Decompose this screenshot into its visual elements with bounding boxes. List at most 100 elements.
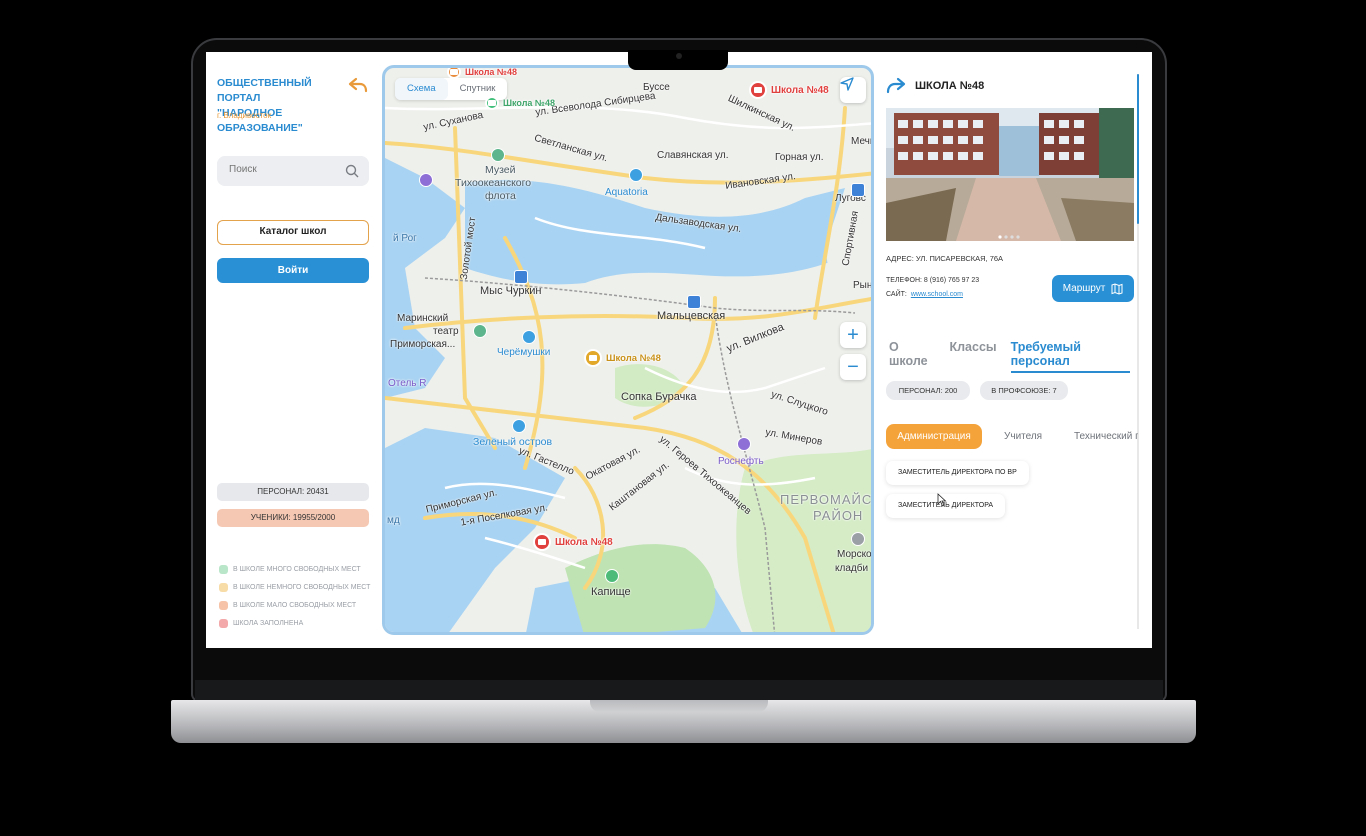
map-label: Сопка Бурачка	[621, 391, 697, 403]
map-label: Приморская...	[390, 339, 456, 350]
map-label: Тихоокеанского	[455, 177, 532, 189]
map-label: флота	[485, 190, 516, 202]
theatre-icon[interactable]	[473, 324, 487, 338]
map-label: Маринский	[397, 313, 449, 324]
school-pin-label: Школа №48	[771, 84, 829, 96]
map-label: театр	[433, 326, 459, 337]
zoom-in-button[interactable]: +	[840, 322, 866, 348]
share-arrow-icon[interactable]	[886, 76, 906, 94]
school-catalog-button[interactable]: Каталог школ	[217, 220, 369, 245]
aquatoria-icon[interactable]	[629, 168, 643, 182]
legend-label: ШКОЛА ЗАПОЛНЕНА	[233, 619, 304, 627]
legend-orange-swatch	[219, 600, 228, 610]
school-pin[interactable]: Школа №48	[485, 96, 555, 110]
legend-label: В ШКОЛЕ НЕМНОГО СВОБОДНЫХ МЕСТ	[233, 583, 371, 591]
school-pin-label: Школа №48	[555, 536, 613, 548]
union-count-chip: В ПРОФСОЮЗЕ: 7	[980, 381, 1068, 400]
position-card[interactable]: ЗАМЕСТИТЕЛЬ ДИРЕКТОРА ПО ВР	[886, 461, 1029, 485]
tab-scheme[interactable]: Схема	[395, 78, 448, 100]
city-label: г. Владивосток	[217, 111, 272, 120]
school-pin-icon	[749, 81, 767, 99]
portal-title[interactable]: ОБЩЕСТВЕННЫЙ ПОРТАЛ "НАРОДНОЕ ОБРАЗОВАНИ…	[217, 76, 357, 136]
map-label: Рын	[853, 280, 873, 291]
tab-required-staff[interactable]: Требуемый персонал	[1010, 340, 1130, 373]
login-button[interactable]: Войти	[217, 258, 369, 283]
school-pin[interactable]: Школа №48	[447, 67, 517, 79]
map-view[interactable]: Схема Спутник + − ул. Суханова Музей Тих…	[382, 65, 874, 635]
mouse-cursor-icon	[937, 493, 947, 507]
tab-about[interactable]: О школе	[889, 340, 935, 373]
legend-item: ШКОЛА ЗАПОЛНЕНА	[219, 614, 370, 632]
map-icon	[1111, 282, 1123, 295]
district-icon[interactable]	[522, 330, 536, 344]
map-label: Aquatoria	[605, 187, 648, 198]
tab-classes[interactable]: Классы	[949, 340, 996, 373]
map-label: кладби	[835, 563, 869, 574]
map-legend: В ШКОЛЕ МНОГО СВОБОДНЫХ МЕСТ В ШКОЛЕ НЕМ…	[219, 560, 370, 632]
legend-item: В ШКОЛЕ МНОГО СВОБОДНЫХ МЕСТ	[219, 560, 370, 578]
laptop-chin	[195, 680, 1163, 702]
screen: ОБЩЕСТВЕННЫЙ ПОРТАЛ "НАРОДНОЕ ОБРАЗОВАНИ…	[206, 52, 1152, 648]
portal-title-line1: ОБЩЕСТВЕННЫЙ ПОРТАЛ	[217, 77, 312, 104]
legend-item: В ШКОЛЕ НЕМНОГО СВОБОДНЫХ МЕСТ	[219, 578, 370, 596]
site-link[interactable]: www.school.com	[911, 291, 963, 298]
bus-stop-icon[interactable]	[851, 183, 865, 197]
pupils-stat-badge: УЧЕНИКИ: 19955/2000	[217, 509, 369, 527]
school-pin-icon	[485, 96, 499, 110]
laptop-base-notch	[590, 700, 768, 712]
back-arrow-icon[interactable]	[348, 76, 368, 94]
locate-button[interactable]	[840, 77, 866, 103]
map-label: Мыс Чуркин	[480, 285, 542, 297]
school-pin[interactable]: Школа №48	[749, 81, 829, 99]
school-site: САЙТ: www.school.com	[886, 291, 963, 298]
map-label: мд	[387, 515, 400, 526]
gas-station-icon[interactable]	[737, 437, 751, 451]
map-label: Капище	[591, 586, 631, 598]
map-label: Отель R	[388, 378, 427, 389]
route-button[interactable]: Маршрут	[1052, 275, 1134, 302]
school-photo[interactable]	[886, 108, 1134, 241]
search-box	[217, 156, 369, 186]
zoom-out-button[interactable]: −	[840, 354, 866, 380]
hotel-icon[interactable]	[419, 173, 433, 187]
category-administration[interactable]: Администрация	[886, 424, 982, 449]
school-address: АДРЕС: УЛ. ПИСАРЕВСКАЯ, 76А	[886, 254, 1004, 263]
bus-stop-icon[interactable]	[514, 270, 528, 284]
category-teachers[interactable]: Учителя	[1004, 424, 1042, 449]
map-label: Морское	[837, 549, 874, 560]
map-label: Черёмушки	[497, 347, 551, 358]
legend-label: В ШКОЛЕ МАЛО СВОБОДНЫХ МЕСТ	[233, 601, 357, 609]
island-icon[interactable]	[512, 419, 526, 433]
map-label: Зеленый остров	[473, 436, 553, 448]
map-label: Роснефть	[718, 456, 764, 467]
school-pin[interactable]: Школа №48	[533, 533, 613, 551]
school-title: ШКОЛА №48	[915, 80, 985, 92]
school-pin-label: Школа №48	[606, 352, 661, 364]
bus-stop-icon[interactable]	[687, 295, 701, 309]
museum-icon[interactable]	[491, 148, 505, 162]
school-phone: ТЕЛЕФОН: 8 (916) 765 97 23	[886, 277, 980, 284]
search-icon[interactable]	[345, 164, 359, 178]
school-pin-icon	[447, 68, 461, 79]
cemetery-icon[interactable]	[851, 532, 865, 546]
school-tabs: О школе Классы Требуемый персонал	[889, 340, 1144, 373]
legend-yellow-swatch	[219, 582, 228, 592]
search-input[interactable]	[227, 163, 341, 176]
category-technical[interactable]: Технический п	[1074, 424, 1138, 449]
route-button-label: Маршрут	[1062, 283, 1106, 294]
park-icon[interactable]	[605, 569, 619, 583]
map-label: Горная ул.	[775, 152, 824, 163]
legend-red-swatch	[219, 618, 228, 628]
legend-item: В ШКОЛЕ МАЛО СВОБОДНЫХ МЕСТ	[219, 596, 370, 614]
map-label: Славянская ул.	[657, 150, 729, 161]
school-pin-icon	[533, 533, 551, 551]
staff-count-chip: ПЕРСОНАЛ: 200	[886, 381, 970, 400]
map-label: РАЙОН	[813, 508, 864, 523]
school-pin[interactable]: Школа №48	[584, 349, 661, 367]
site-label: САЙТ:	[886, 291, 907, 298]
school-panel: ШКОЛА №48 АДРЕС: УЛ. ПИСАРЕВСКАЯ, 76А ТЕ…	[886, 72, 1144, 632]
school-pin-label: Школа №48	[503, 98, 555, 108]
map-label: Музей	[485, 164, 516, 176]
navigation-arrow-icon	[840, 77, 854, 91]
school-pin-label: Школа №48	[465, 67, 517, 77]
